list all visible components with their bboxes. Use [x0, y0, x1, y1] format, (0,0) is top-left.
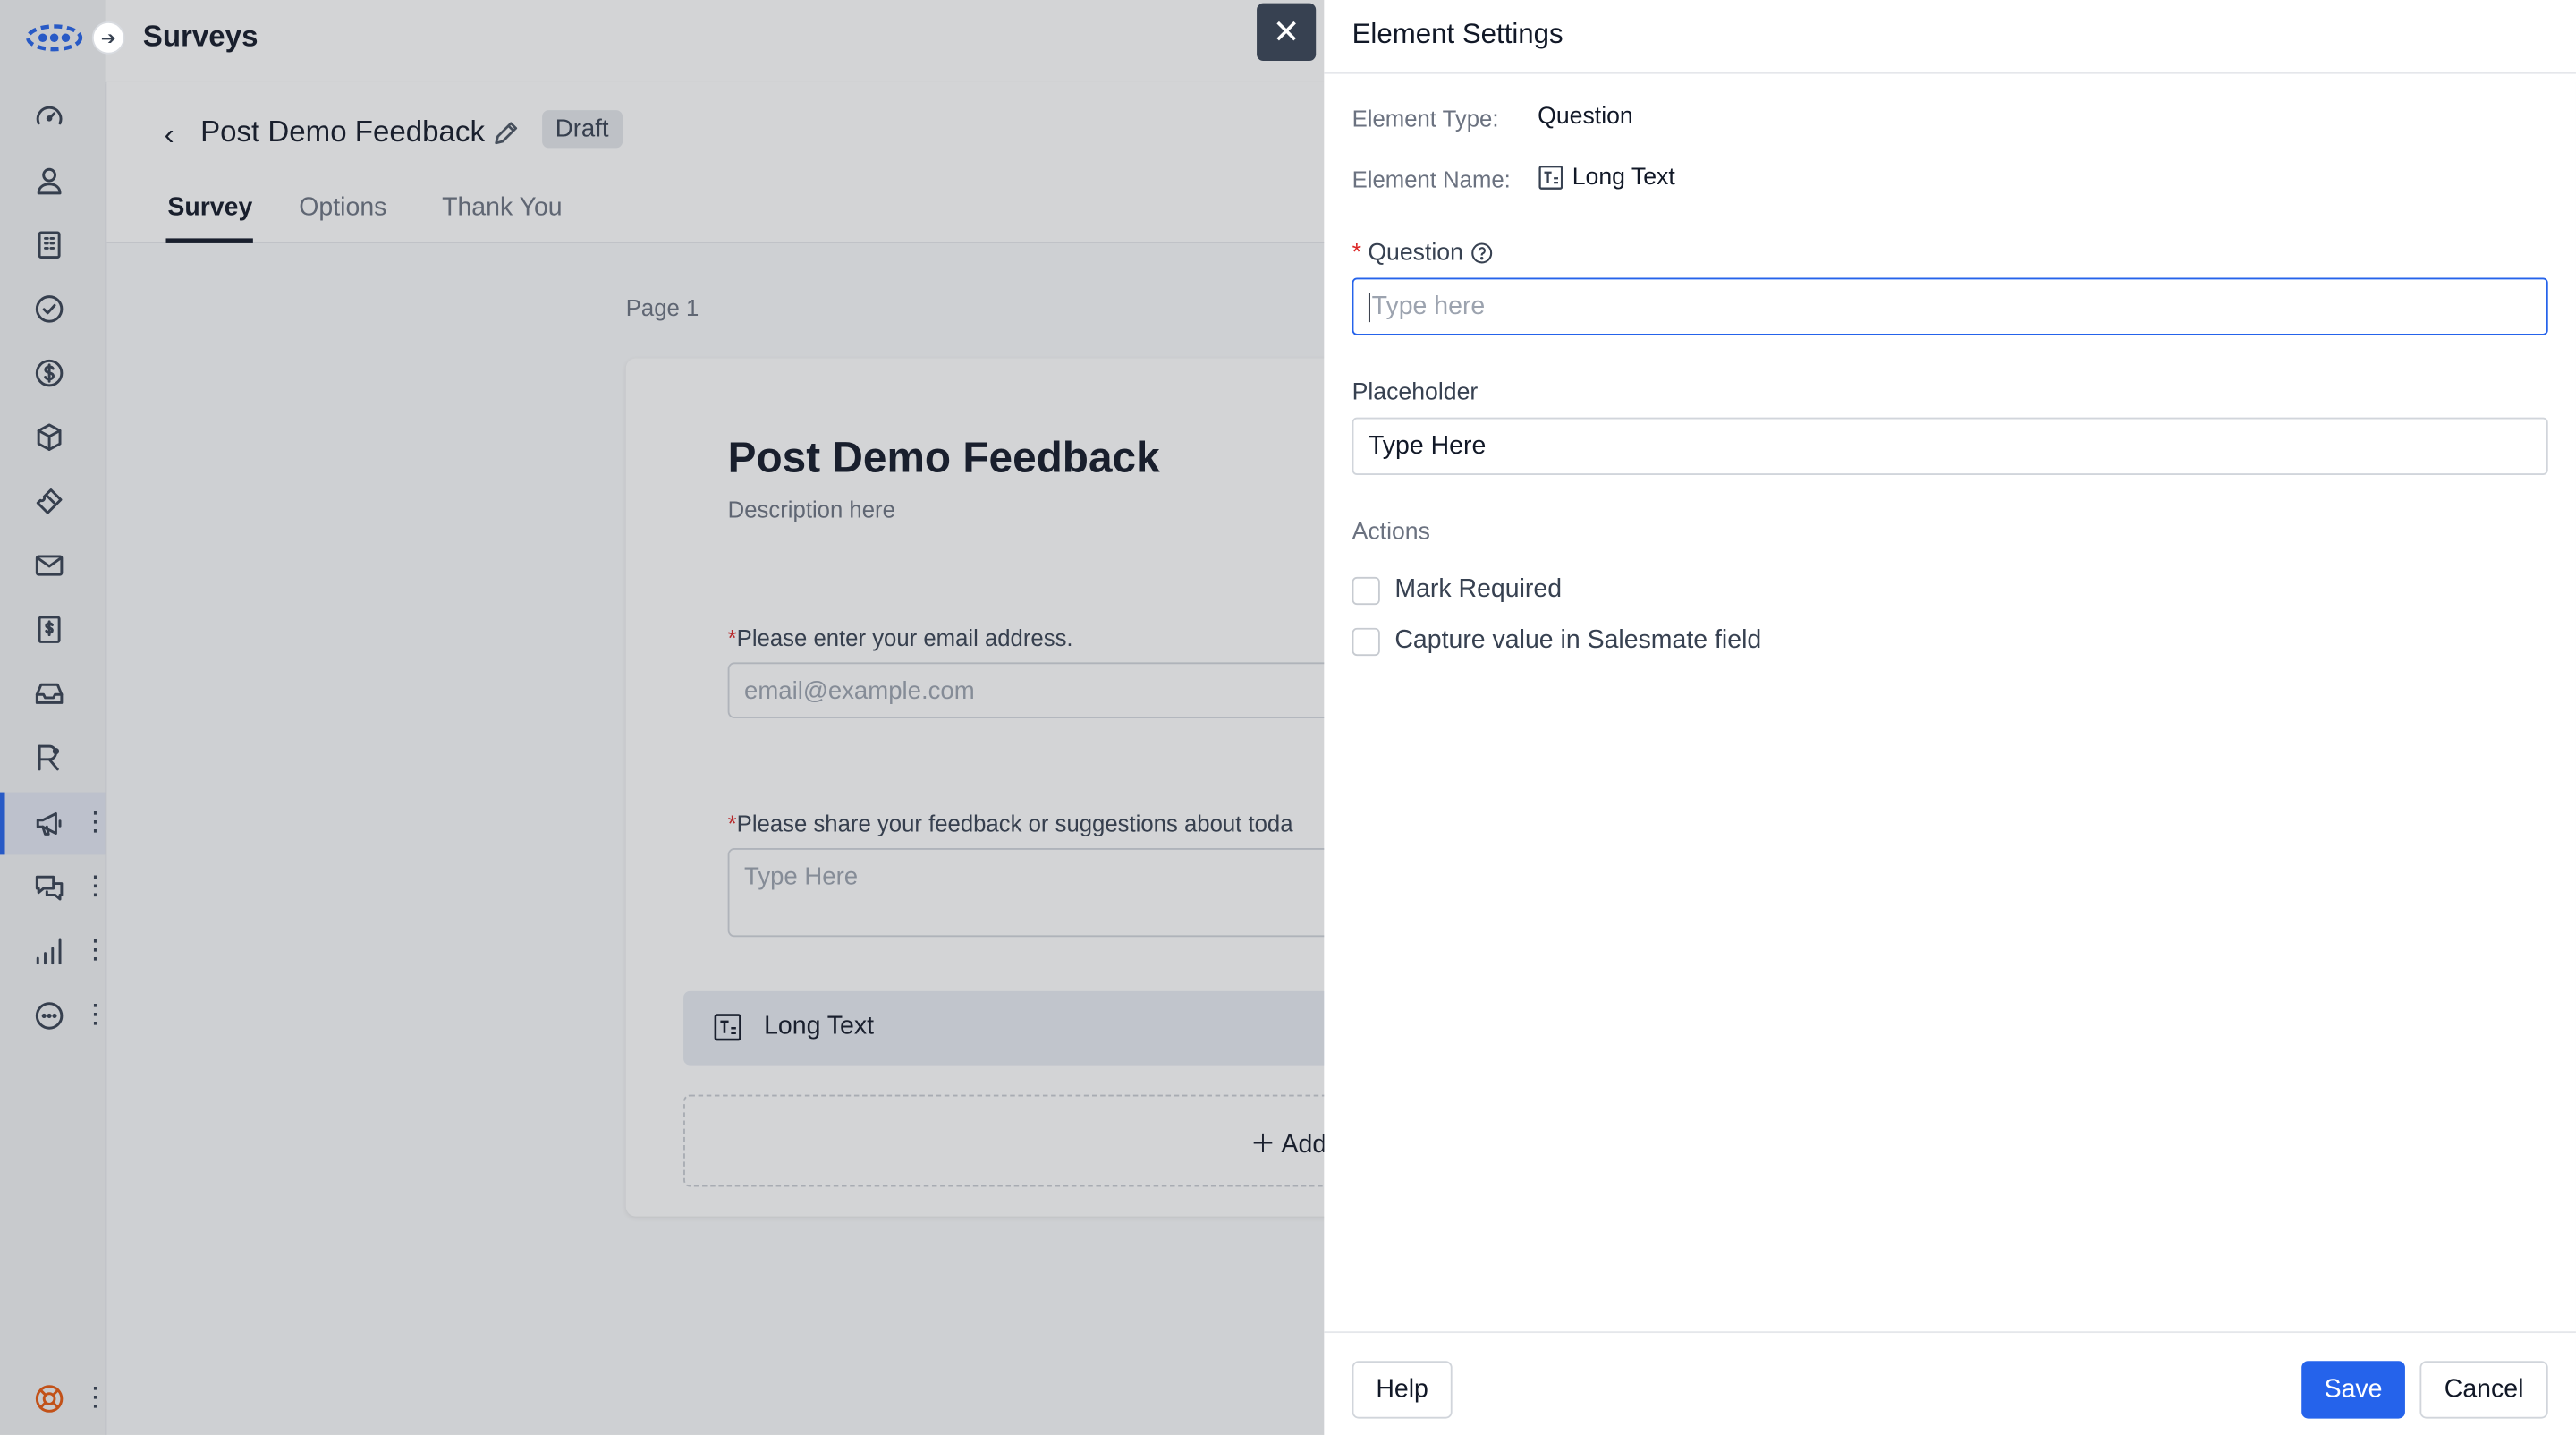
element-type-value: Question [1538, 103, 1633, 131]
help-circle-icon[interactable] [1470, 242, 1493, 265]
help-button[interactable]: Help [1352, 1361, 1453, 1419]
actions-label: Actions [1352, 519, 1430, 546]
question-input[interactable]: Type here [1352, 277, 2548, 335]
mark-required-option[interactable]: Mark Required [1352, 575, 1562, 605]
long-text-icon [1538, 166, 1563, 190]
arrow-right-icon[interactable]: ➔ [91, 21, 125, 55]
capture-value-checkbox[interactable] [1352, 626, 1380, 656]
checkbox-label: Mark Required [1394, 575, 1563, 604]
capture-salesmate-field-option[interactable]: Capture value in Salesmate field [1352, 626, 1762, 656]
placeholder-input[interactable]: Type Here [1352, 417, 2548, 475]
checkbox-label: Capture value in Salesmate field [1394, 626, 1762, 655]
mark-required-checkbox[interactable] [1352, 575, 1380, 605]
element-settings-panel: Element Settings Element Type: Question … [1324, 0, 2576, 1435]
question-field-label: * Question [1352, 240, 1493, 267]
element-name-text: Long Text [1572, 164, 1675, 191]
cancel-button[interactable]: Cancel [2419, 1361, 2548, 1419]
placeholder-field-label: Placeholder [1352, 379, 1479, 406]
element-name-value: Long Text [1538, 165, 1675, 191]
close-icon[interactable]: ✕ [1257, 3, 1317, 61]
save-button[interactable]: Save [2301, 1361, 2405, 1419]
element-name-label: Element Name: [1352, 166, 1511, 192]
modal-backdrop[interactable] [0, 0, 1325, 1435]
panel-title: Element Settings [1352, 18, 1563, 50]
text-caret [1368, 292, 1370, 322]
element-type-label: Element Type: [1352, 105, 1499, 132]
divider [1324, 72, 2576, 74]
divider [1324, 1331, 2576, 1334]
